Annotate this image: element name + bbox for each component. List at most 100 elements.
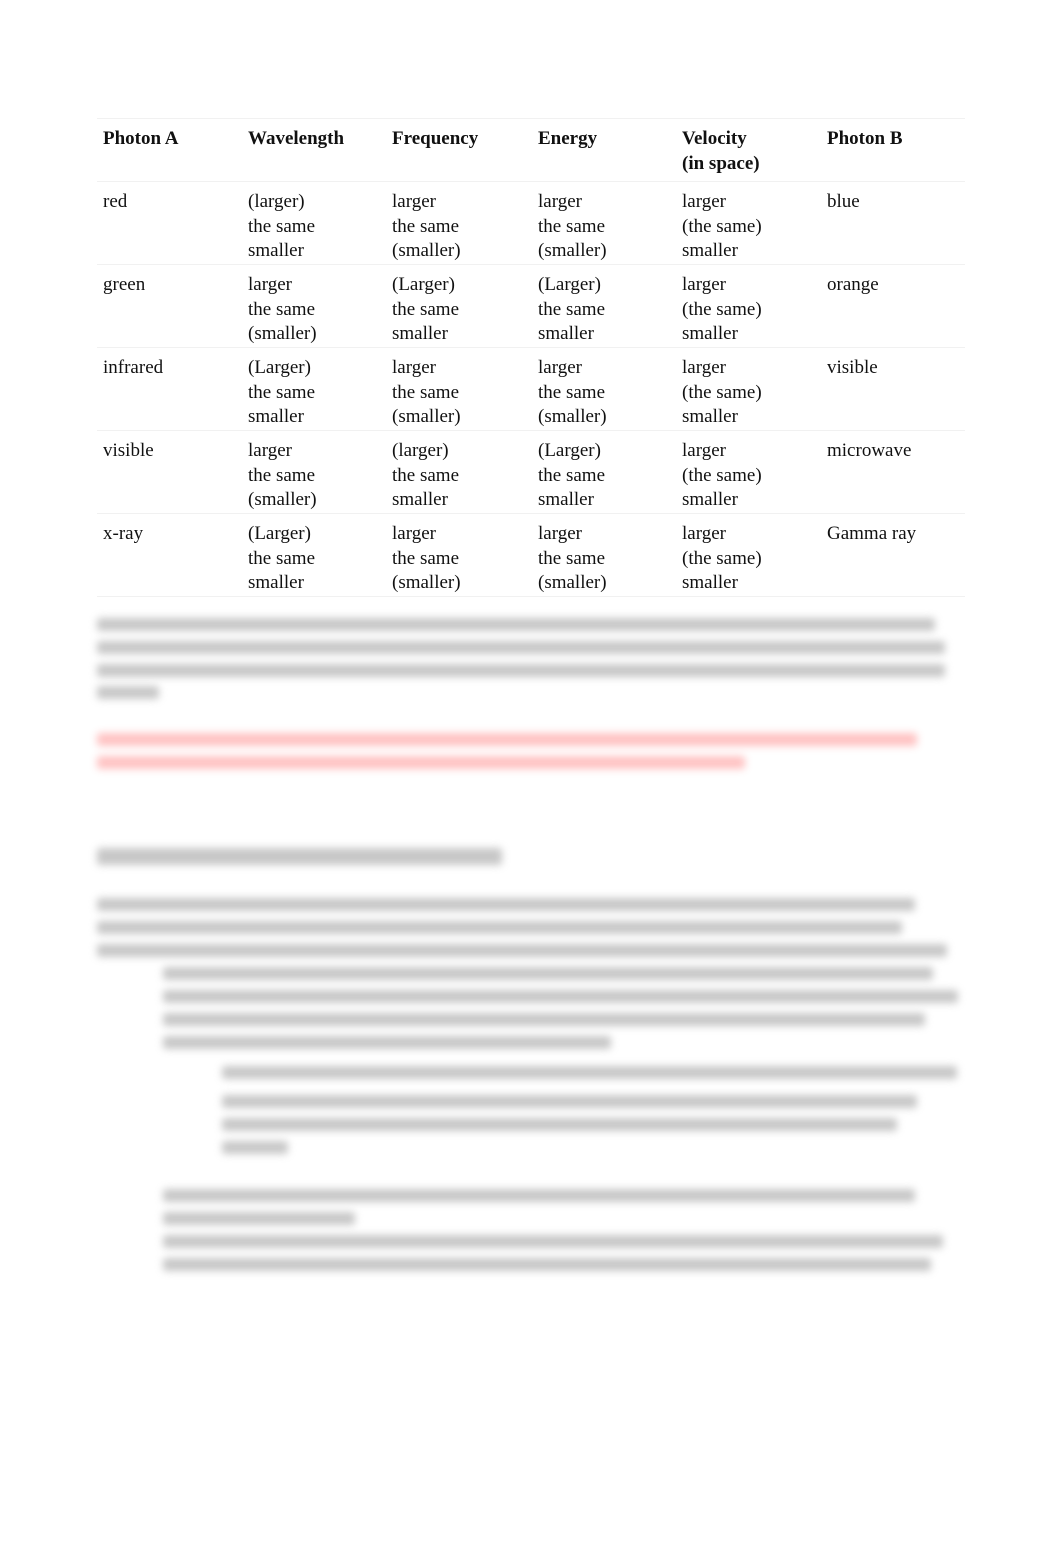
option-text: (Larger) <box>392 274 455 295</box>
cell-photon-a: infrared <box>103 356 163 381</box>
cell-frequency: (Larger) the same smaller <box>392 273 459 347</box>
header-cell: Velocity (in space) <box>682 127 760 176</box>
option-text: the same <box>248 381 316 403</box>
header-cell: Photon A <box>103 127 179 152</box>
option-text: larger <box>682 523 726 544</box>
option-text: the same <box>392 464 460 486</box>
option-text: (the same) <box>682 464 762 486</box>
photon-name: green <box>103 274 146 295</box>
photon-name: x-ray <box>103 523 144 544</box>
cell-photon-a: green <box>103 273 145 298</box>
cell-energy: larger the same (smaller) <box>538 190 607 264</box>
cell-photon-a: visible <box>103 439 154 464</box>
option-text: (smaller) <box>392 572 461 593</box>
cell-photon-b: blue <box>827 190 860 215</box>
cell-velocity: larger (the same) smaller <box>682 273 762 347</box>
photon-name: orange <box>827 274 879 295</box>
option-text: (smaller) <box>248 489 317 510</box>
option-text: smaller <box>538 489 594 510</box>
option-text: larger <box>682 440 726 461</box>
option-text: smaller <box>392 323 448 344</box>
cell-photon-a: red <box>103 190 127 215</box>
option-text: smaller <box>682 572 738 593</box>
cell-velocity: larger (the same) smaller <box>682 522 762 596</box>
option-text: smaller <box>682 240 738 261</box>
cell-wavelength: larger the same (smaller) <box>248 273 317 347</box>
cell-frequency: larger the same (smaller) <box>392 356 461 430</box>
cell-wavelength: (larger) the same smaller <box>248 190 315 264</box>
option-text: (Larger) <box>248 357 311 378</box>
cell-energy: (Larger) the same smaller <box>538 439 605 513</box>
option-text: (smaller) <box>538 406 607 427</box>
cell-wavelength: larger the same (smaller) <box>248 439 317 513</box>
cell-frequency: larger the same (smaller) <box>392 190 461 264</box>
option-text: smaller <box>682 489 738 510</box>
option-text: smaller <box>248 406 304 427</box>
option-text: larger <box>538 357 582 378</box>
option-text: smaller <box>248 240 304 261</box>
table-row: red (larger) the same smaller larger the same… <box>97 181 965 264</box>
option-text: smaller <box>392 489 448 510</box>
cell-photon-b: visible <box>827 356 878 381</box>
cell-wavelength: (Larger) the same smaller <box>248 522 315 596</box>
option-text: (Larger) <box>538 440 601 461</box>
option-text: the same <box>392 547 460 569</box>
option-text: the same <box>248 298 316 320</box>
cell-photon-b: Gamma ray <box>827 522 916 547</box>
header-text: Energy <box>538 128 598 149</box>
cell-velocity: larger (the same) smaller <box>682 190 762 264</box>
option-text: the same <box>248 464 316 486</box>
option-text: larger <box>392 523 436 544</box>
option-text: smaller <box>538 323 594 344</box>
cell-photon-a: x-ray <box>103 522 143 547</box>
cell-photon-b: orange <box>827 273 879 298</box>
cell-photon-b: microwave <box>827 439 911 464</box>
photon-name: Gamma ray <box>827 523 917 544</box>
option-text: larger <box>682 191 726 212</box>
option-text: (Larger) <box>248 523 311 544</box>
option-text: (the same) <box>682 215 762 237</box>
header-text: (in space) <box>682 152 760 174</box>
option-text: larger <box>538 191 582 212</box>
option-text: (smaller) <box>392 406 461 427</box>
option-text: smaller <box>682 323 738 344</box>
option-text: (smaller) <box>392 240 461 261</box>
option-text: the same <box>538 298 606 320</box>
option-text: larger <box>392 357 436 378</box>
header-cell: Photon B <box>827 127 903 152</box>
option-text: (smaller) <box>248 323 317 344</box>
option-text: smaller <box>248 572 304 593</box>
header-cell: Wavelength <box>248 127 344 152</box>
option-text: (larger) <box>248 191 305 212</box>
option-text: (the same) <box>682 547 762 569</box>
photon-name: infrared <box>103 357 164 378</box>
option-text: the same <box>248 215 316 237</box>
cell-energy: (Larger) the same smaller <box>538 273 605 347</box>
option-text: the same <box>538 381 606 403</box>
option-text: (the same) <box>682 298 762 320</box>
photon-comparison-table: Photon A Wavelength Frequency Energy Velocit… <box>97 118 965 597</box>
option-text: the same <box>392 215 460 237</box>
header-cell: Energy <box>538 127 597 152</box>
cell-energy: larger the same (smaller) <box>538 356 607 430</box>
option-text: (smaller) <box>538 572 607 593</box>
cell-wavelength: (Larger) the same smaller <box>248 356 315 430</box>
option-text: smaller <box>682 406 738 427</box>
table-row: x-ray (Larger) the same smaller larger the sa… <box>97 513 965 597</box>
option-text: larger <box>682 357 726 378</box>
option-text: (larger) <box>392 440 449 461</box>
option-text: the same <box>538 215 606 237</box>
photon-name: blue <box>827 191 860 212</box>
option-text: the same <box>538 547 606 569</box>
photon-name: red <box>103 191 128 212</box>
photon-name: visible <box>103 440 154 461</box>
option-text: (the same) <box>682 381 762 403</box>
table-row: infrared (Larger) the same smaller larger the… <box>97 347 965 430</box>
option-text: the same <box>538 464 606 486</box>
option-text: larger <box>248 274 292 295</box>
cell-velocity: larger (the same) smaller <box>682 356 762 430</box>
option-text: larger <box>392 191 436 212</box>
header-text: Photon A <box>103 128 179 149</box>
option-text: larger <box>538 523 582 544</box>
option-text: (smaller) <box>538 240 607 261</box>
